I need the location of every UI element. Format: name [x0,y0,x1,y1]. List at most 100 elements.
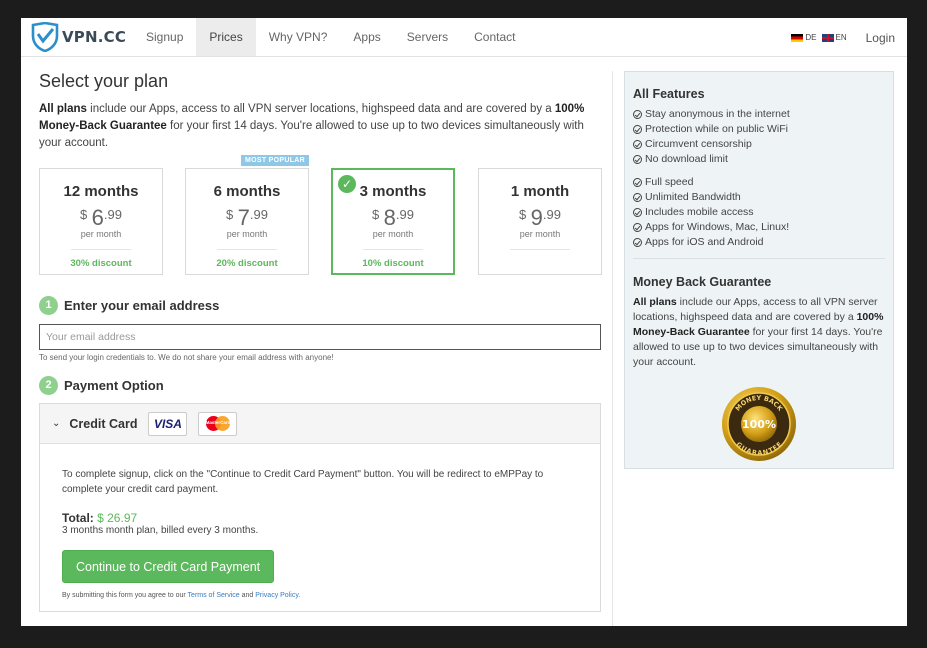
plan-card-1-month[interactable]: 1 month $ 9.99 per month [478,168,602,275]
payment-panel: ⌄ Credit Card VISA MasterCard To complet… [39,403,601,612]
feature-item: Stay anonymous in the internet [633,107,885,122]
plan-name: 12 months [63,183,139,200]
plan-currency: $ [371,207,380,222]
plan-price-whole: 9 [530,205,543,230]
check-circle-icon [633,238,642,247]
browser-page: VPN.CC Signup Prices Why VPN? Apps Serve… [21,18,907,626]
plan-per: per month [519,229,561,239]
chevron-down-icon: ⌄ [52,418,61,429]
credit-card-option-body: To complete signup, click on the "Contin… [40,444,600,611]
feature-label: Protection while on public WiFi [645,123,788,135]
plan-price-cents: .99 [395,207,414,222]
nav-link-servers[interactable]: Servers [394,18,461,56]
check-circle-icon [633,208,642,217]
lang-en[interactable]: EN [836,33,847,42]
plan-price: $ 9.99 [479,205,601,231]
mastercard-logo: MasterCard [204,415,232,432]
feature-item: No download limit [633,152,885,167]
plan-currency: $ [225,207,234,222]
plan-selector: 12 months $ 6.99 per month 30% discount … [39,155,602,275]
feature-item: Apps for Windows, Mac, Linux! [633,220,885,235]
check-circle-icon [633,125,642,134]
plan-price-cents: .99 [249,207,268,222]
plan-price-whole: 7 [237,205,250,230]
uk-flag-icon[interactable] [821,33,834,42]
features-title: All Features [633,87,705,101]
most-popular-badge: MOST POPULAR [241,155,309,166]
step-number-1: 1 [39,296,58,315]
email-hint: To send your login credentials to. We do… [39,353,334,362]
plan-discount: 20% discount [216,258,278,269]
feature-label: Unlimited Bandwidth [645,191,741,203]
plan-card-3-months[interactable]: ✓ 3 months $ 8.99 per month 10% discount [331,168,455,275]
feature-label: Apps for Windows, Mac, Linux! [645,221,790,233]
column-divider [612,71,613,626]
email-input[interactable] [39,324,601,350]
nav-link-prices[interactable]: Prices [196,18,256,56]
visa-card-icon: VISA [148,411,188,436]
nav-link-signup[interactable]: Signup [133,18,196,56]
lang-de[interactable]: DE [805,33,816,42]
nav-link-apps[interactable]: Apps [340,18,393,56]
check-circle-icon [633,223,642,232]
login-link[interactable]: Login [866,31,895,45]
guarantee-title: Money Back Guarantee [633,275,772,289]
credit-card-option-header[interactable]: ⌄ Credit Card VISA MasterCard [40,404,600,444]
feature-item: Includes mobile access [633,205,885,220]
feature-label: No download limit [645,153,728,165]
step-title-email: Enter your email address [64,298,220,313]
total-label: Total: [62,511,94,525]
plan-price: $ 7.99 [186,205,308,231]
plan-name: 1 month [510,183,570,200]
plan-divider [217,249,277,250]
feature-item: Unlimited Bandwidth [633,190,885,205]
features-sidebar: All Features Stay anonymous in the inter… [624,71,894,469]
plan-currency: $ [518,207,527,222]
plan-discount: 30% discount [70,258,132,269]
plan-card-12-months[interactable]: 12 months $ 6.99 per month 30% discount [39,168,163,275]
intro-middle: include our Apps, access to all VPN serv… [86,103,555,115]
intro-lead: All plans [39,103,87,115]
check-circle-icon [633,110,642,119]
feature-item: Protection while on public WiFi [633,122,885,137]
payment-method-label: Credit Card [69,416,138,431]
terms-end: . [298,592,301,599]
check-circle-icon [633,193,642,202]
terms-and: and [239,592,256,599]
shield-logo-icon [31,22,59,52]
logo[interactable]: VPN.CC [21,18,133,56]
guarantee-text: All plans include our Apps, access to al… [633,295,885,370]
plan-per: per month [80,229,122,239]
top-navigation: VPN.CC Signup Prices Why VPN? Apps Serve… [21,18,907,57]
step-number-2: 2 [39,376,58,395]
logo-text: VPN.CC [62,28,127,46]
plan-card-6-months[interactable]: MOST POPULAR 6 months $ 7.99 per month 2… [185,155,309,275]
payment-instructions: To complete signup, click on the "Contin… [62,469,544,495]
plan-name: 6 months [213,183,281,200]
order-total: Total: $ 26.97 [62,511,578,525]
continue-payment-button[interactable]: Continue to Credit Card Payment [62,550,275,583]
step-title-payment: Payment Option [64,378,164,393]
privacy-policy-link[interactable]: Privacy Policy [255,592,298,599]
plan-price-cents: .99 [542,207,561,222]
step-payment-heading: 2 Payment Option [39,376,601,395]
visa-label: VISA [153,416,182,431]
nav-link-why-vpn[interactable]: Why VPN? [256,18,341,56]
plan-price-whole: 6 [91,205,104,230]
feature-label: Circumvent censorship [645,138,752,150]
plan-price-cents: .99 [103,207,122,222]
money-back-seal-icon: MONEY BACK GUARANTEE 100% [721,386,797,462]
nav-link-contact[interactable]: Contact [461,18,528,56]
nav-right: DE EN Login [791,18,895,57]
guarantee-lead: All plans [633,296,677,308]
plan-per: per month [226,229,268,239]
plan-divider [71,249,131,250]
sidebar-divider [633,258,885,259]
terms-of-service-link[interactable]: Terms of Service [188,592,240,599]
german-flag-icon[interactable] [791,33,804,42]
feature-item: Full speed [633,175,885,190]
feature-label: Includes mobile access [645,206,754,218]
check-icon: ✓ [338,175,356,193]
feature-label: Stay anonymous in the internet [645,108,790,120]
feature-item: Circumvent censorship [633,137,885,152]
